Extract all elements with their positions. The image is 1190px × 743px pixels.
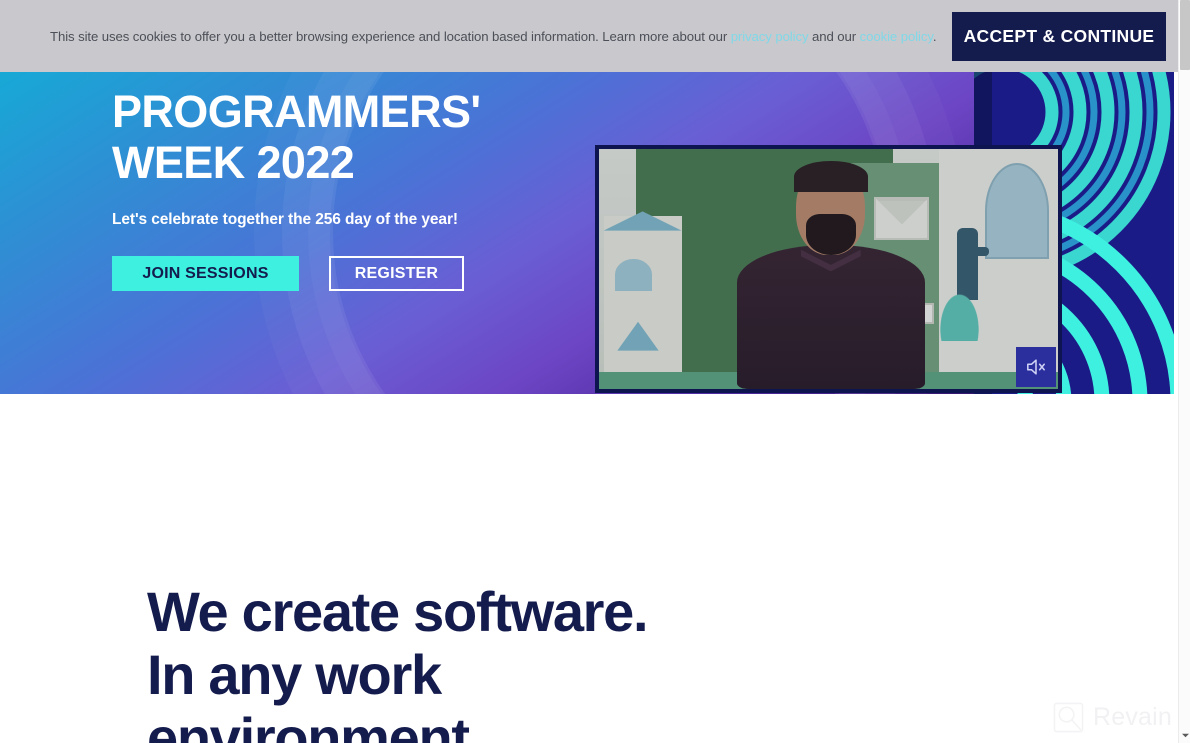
- hero-video-player[interactable]: [595, 145, 1062, 393]
- privacy-policy-link[interactable]: privacy policy: [731, 29, 809, 44]
- cookie-text-before: This site uses cookies to offer you a be…: [50, 29, 731, 44]
- scrollbar-down-arrow[interactable]: [1179, 729, 1190, 741]
- hero-subtitle: Let's celebrate together the 256 day of …: [112, 211, 458, 228]
- cookie-text-between: and our: [808, 29, 860, 44]
- hero-content: PROGRAMMERS' WEEK 2022 Let's celebrate t…: [112, 86, 481, 291]
- join-sessions-button[interactable]: JOIN SESSIONS: [112, 256, 299, 291]
- revain-logo-icon: [1053, 702, 1084, 733]
- cookie-policy-link[interactable]: cookie policy: [860, 29, 933, 44]
- cookie-text-after: .: [932, 29, 937, 44]
- cookie-consent-banner: This site uses cookies to offer you a be…: [0, 0, 1178, 72]
- vertical-scrollbar[interactable]: [1178, 0, 1190, 743]
- hero-title-line-1: PROGRAMMERS': [112, 86, 481, 137]
- hero-title: PROGRAMMERS' WEEK 2022: [112, 86, 481, 188]
- cookie-banner-text: This site uses cookies to offer you a be…: [50, 29, 937, 45]
- accept-and-continue-button[interactable]: ACCEPT & CONTINUE: [952, 12, 1166, 61]
- main-content-section: We create software. In any work environm…: [0, 394, 1178, 743]
- revain-watermark: Revain: [1053, 702, 1172, 733]
- page-title: We create software. In any work environm…: [147, 580, 649, 743]
- video-frame: [599, 149, 1058, 389]
- mute-toggle-button[interactable]: [1016, 347, 1056, 387]
- revain-watermark-label: Revain: [1092, 703, 1172, 731]
- hero-banner: PROGRAMMERS' WEEK 2022 Let's celebrate t…: [0, 72, 1174, 394]
- register-button[interactable]: REGISTER: [329, 256, 464, 291]
- page-root: This site uses cookies to offer you a be…: [0, 0, 1190, 743]
- hero-cta-group: JOIN SESSIONS REGISTER: [112, 256, 481, 291]
- scrollbar-thumb[interactable]: [1180, 0, 1190, 70]
- video-tint-overlay: [599, 149, 1058, 389]
- hero-title-line-2: WEEK 2022: [112, 137, 355, 188]
